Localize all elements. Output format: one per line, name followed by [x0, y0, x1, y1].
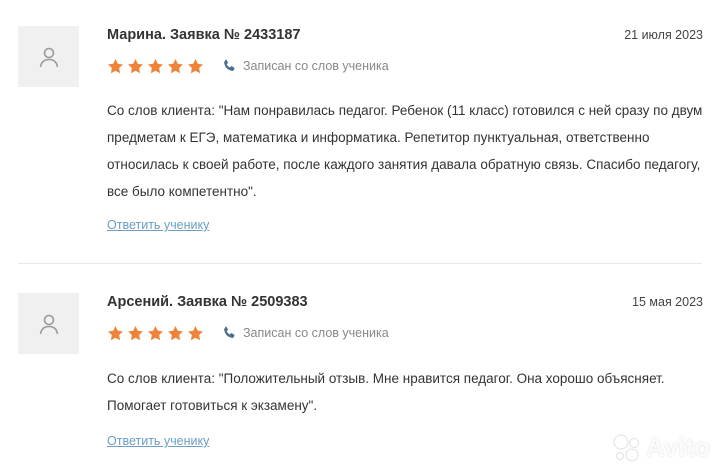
avatar [18, 293, 79, 354]
star-icon [188, 326, 203, 341]
review-text: Со слов клиента: "Положительный отзыв. М… [107, 371, 665, 413]
star-icon [168, 59, 183, 74]
star-icon [108, 59, 123, 74]
star-icon [128, 326, 143, 341]
review-source: Записан со слов ученика [221, 325, 389, 341]
user-icon [39, 314, 58, 334]
avito-watermark: Avito [612, 432, 710, 463]
reply-link[interactable]: Ответить ученику [107, 218, 209, 232]
divider [18, 263, 702, 264]
star-icon [168, 326, 183, 341]
reply-link[interactable]: Ответить ученику [107, 434, 209, 448]
star-icon [148, 326, 163, 341]
review-source: Записан со слов ученика [221, 58, 389, 74]
avatar [18, 26, 79, 87]
review-date: 21 июля 2023 [624, 28, 703, 42]
star-icon [128, 59, 143, 74]
review-source-label: Записан со слов ученика [243, 326, 389, 340]
phone-icon [224, 59, 235, 71]
review-date: 15 мая 2023 [632, 295, 703, 309]
rating-stars [107, 325, 204, 342]
reviewer-name: Арсений. Заявка № 2509383 [107, 294, 308, 310]
user-icon [39, 47, 58, 67]
reviewer-name: Марина. Заявка № 2433187 [107, 27, 301, 43]
star-icon [188, 59, 203, 74]
avito-watermark-text: Avito [645, 432, 710, 462]
rating-stars [107, 58, 204, 75]
star-icon [148, 59, 163, 74]
phone-icon [224, 326, 235, 338]
star-icon [108, 326, 123, 341]
review-text: Со слов клиента: "Нам понравилась педаго… [107, 103, 703, 199]
review-source-label: Записан со слов ученика [243, 59, 389, 73]
avito-logo-icon [613, 434, 639, 461]
